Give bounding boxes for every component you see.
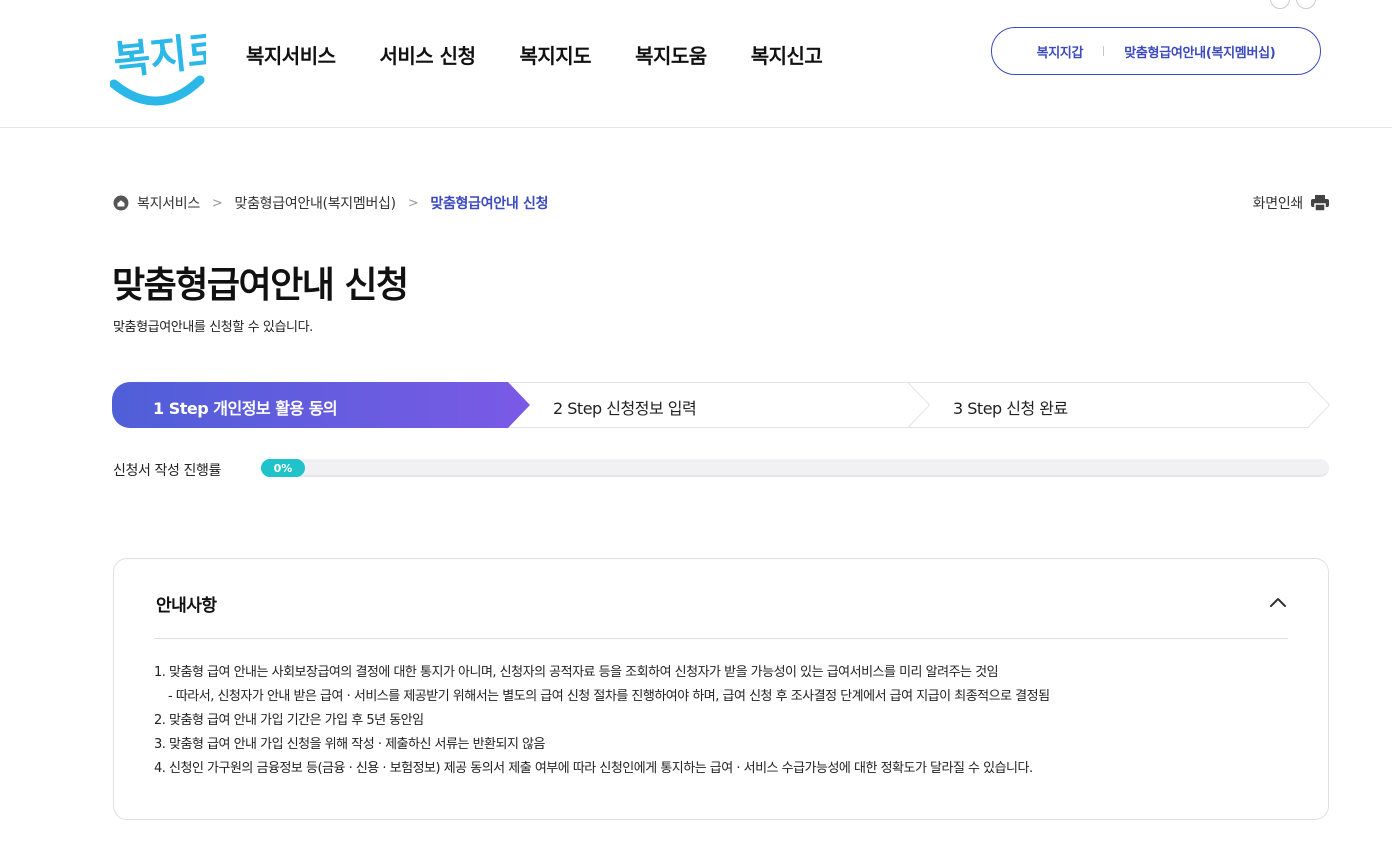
nav-welfare-service[interactable]: 복지서비스 — [246, 40, 336, 69]
printer-icon — [1311, 195, 1329, 211]
nav-welfare-help[interactable]: 복지도움 — [635, 40, 707, 69]
notice-list: 1. 맞춤형 급여 안내는 사회보장급여의 결정에 대한 통지가 아니며, 신청… — [154, 661, 1294, 781]
notice-title: 안내사항 — [156, 596, 217, 616]
notice-item: 2. 맞춤형 급여 안내 가입 기간은 가입 후 5년 동안임 — [154, 713, 424, 728]
notice-item: 4. 신청인 가구원의 금융정보 등(금융 · 신용 · 보험정보) 제공 동의… — [154, 761, 1033, 776]
chevron-right-icon: > — [211, 195, 223, 211]
notice-divider — [154, 638, 1288, 639]
progress-label: 신청서 작성 진행률 — [113, 463, 221, 479]
print-label: 화면인쇄 — [1252, 196, 1304, 212]
breadcrumb-current: 맞춤형급여안내 신청 — [430, 196, 549, 212]
breadcrumb: 복지서비스 > 맞춤형급여안내(복지멤버십) > 맞춤형급여안내 신청 — [113, 193, 548, 213]
notice-subitem: - 따라서, 신청자가 안내 받은 급여 · 서비스를 제공받기 위해서는 별도… — [168, 689, 1050, 704]
bokjiro-logo[interactable]: 복지로 — [110, 22, 206, 110]
site-header: 복지로 복지서비스 서비스 신청 복지지도 복지도움 복지신고 복지지갑 맞춤형… — [0, 0, 1392, 128]
nav-service-apply[interactable]: 서비스 신청 — [380, 40, 476, 69]
step-1-label: 1 Step 개인정보 활용 동의 — [153, 399, 338, 418]
notice-item: 3. 맞춤형 급여 안내 가입 신청을 위해 작성 · 제출하신 서류는 반환되… — [154, 737, 545, 752]
print-button[interactable]: 화면인쇄 — [1253, 193, 1329, 213]
notice-panel: 안내사항 1. 맞춤형 급여 안내는 사회보장급여의 결정에 대한 통지가 아니… — [113, 558, 1329, 820]
svg-text:복지로: 복지로 — [111, 27, 206, 84]
nav-welfare-report[interactable]: 복지신고 — [751, 40, 823, 69]
top-utility-icons — [1270, 0, 1316, 9]
util-divider — [1103, 46, 1105, 56]
home-icon[interactable] — [113, 195, 129, 211]
step-indicator: 1 Step 개인정보 활용 동의 2 Step 신청정보 입력 3 Step … — [112, 382, 1331, 428]
nav-welfare-map[interactable]: 복지지도 — [519, 40, 591, 69]
step-3-label: 3 Step 신청 완료 — [953, 399, 1068, 418]
page-description: 맞춤형급여안내를 신청할 수 있습니다. — [113, 320, 313, 335]
chevron-right-icon: > — [407, 195, 419, 211]
welfare-wallet-link[interactable]: 복지지갑 — [1037, 42, 1084, 61]
step-2-label: 2 Step 신청정보 입력 — [553, 399, 697, 418]
top-circle-icon[interactable] — [1270, 0, 1290, 9]
util-links: 복지지갑 맞춤형급여안내(복지멤버십) — [991, 27, 1321, 75]
progress-track — [261, 459, 1329, 477]
top-circle-icon[interactable] — [1296, 0, 1316, 9]
breadcrumb-item-membership[interactable]: 맞춤형급여안내(복지멤버십) — [235, 193, 397, 213]
chevron-up-icon[interactable] — [1268, 593, 1288, 613]
breadcrumb-item-welfare-service[interactable]: 복지서비스 — [137, 193, 200, 213]
page-title: 맞춤형급여안내 신청 — [112, 265, 409, 306]
notice-item: 1. 맞춤형 급여 안내는 사회보장급여의 결정에 대한 통지가 아니며, 신청… — [154, 665, 999, 680]
main-nav: 복지서비스 서비스 신청 복지지도 복지도움 복지신고 — [246, 40, 866, 69]
welfare-membership-link[interactable]: 맞춤형급여안내(복지멤버십) — [1124, 42, 1276, 61]
progress-value-badge: 0% — [261, 459, 305, 477]
